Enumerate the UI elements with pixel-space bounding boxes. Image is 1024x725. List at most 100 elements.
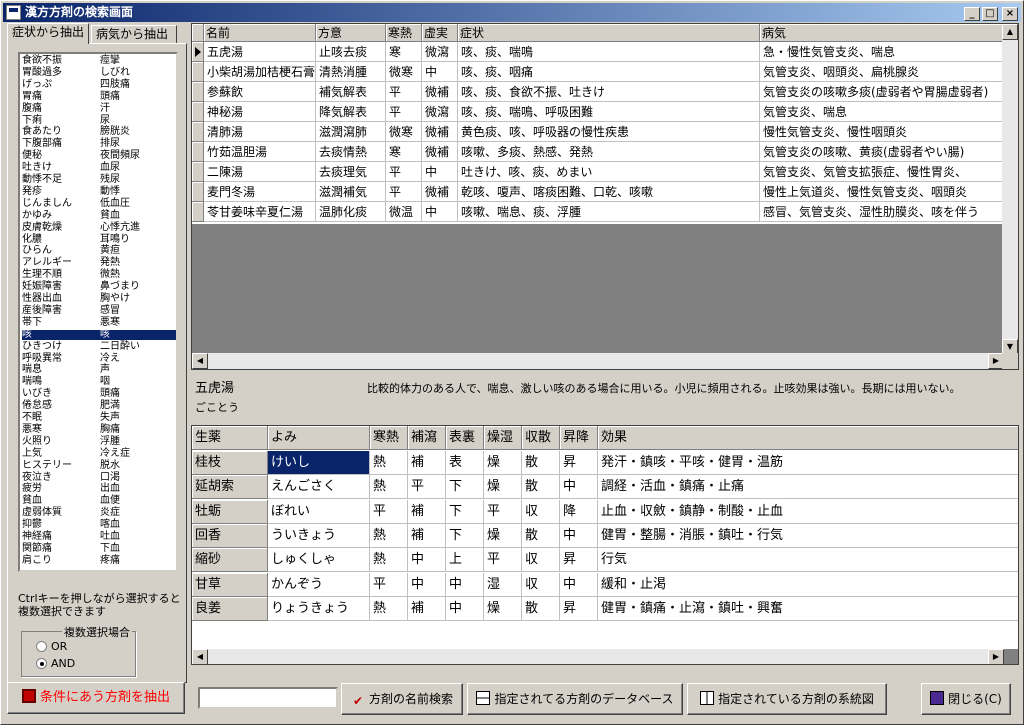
herb-row[interactable]: 縮砂 しゅくしゃ熱中上平収昇行気 [192, 548, 1018, 573]
symptom-item[interactable]: 貧血 [100, 210, 120, 221]
formula-cell[interactable]: 微補 [422, 82, 458, 102]
herb-cell[interactable]: 調経・活血・鎮痛・止痛 [598, 475, 1018, 500]
symptom-item[interactable]: 胸痛 [100, 424, 120, 435]
symptom-item[interactable]: 胃酸過多 [22, 67, 62, 78]
herb-cell[interactable]: 平 [484, 548, 522, 573]
herb-cell[interactable]: 収 [522, 499, 560, 524]
formula-row[interactable]: 苓甘姜味辛夏仁湯 温肺化痰 微温中咳嗽、喘息、痰、浮腫 感冒、気管支炎、湿性肋膜炎、咳… [192, 202, 1004, 222]
formula-row[interactable]: 五虎湯 止咳去痰寒微瀉 咳、痰、喘鳴 急・慢性気管支炎、喘息 [192, 42, 1004, 62]
herb-cell[interactable]: 補 [408, 596, 446, 621]
formula-row[interactable]: 麦門冬湯 滋潤補気平微補 乾咳、嗄声、喀痰困難、口乾、咳嗽 慢性上気道炎、慢性気管支炎… [192, 182, 1004, 202]
symptom-item[interactable]: 発熱 [100, 258, 120, 268]
symptom-item[interactable]: げっぷ [22, 79, 52, 90]
formula-cell[interactable]: 清肺湯 [204, 122, 316, 142]
row-indicator[interactable] [192, 182, 204, 202]
search-input[interactable] [198, 687, 338, 709]
formula-grid[interactable]: 名前 方意 寒熱 虚実 症状 病気 五虎湯 止咳去痰寒微瀉 咳、痰、喘鳴 急・慢性気管支炎、喘息小… [191, 23, 1019, 370]
herb-cell[interactable]: けいし [268, 451, 370, 475]
herb-cell[interactable]: 牡蛎 [192, 499, 268, 524]
symptom-item[interactable]: 悪寒 [22, 424, 42, 435]
herb-cell[interactable]: 下 [446, 523, 484, 548]
symptom-item[interactable]: 浮腫 [100, 436, 120, 447]
herb-row[interactable]: 牡蛎 ぼれい平補下平収降止血・収斂・鎮静・制酸・止血 [192, 499, 1018, 524]
symptom-item[interactable]: 喀血 [100, 520, 120, 530]
symptom-item[interactable]: 咳 [22, 329, 32, 340]
symptom-item[interactable]: 貧血 [22, 496, 42, 506]
herb-cell[interactable]: 散 [522, 475, 560, 500]
symptom-item[interactable]: ヒステリー [22, 460, 72, 471]
symptom-item[interactable]: ひきつけ [22, 341, 62, 352]
formula-cell[interactable]: 平 [386, 182, 422, 202]
herb-row[interactable]: 延胡索 えんごさく熱平下燥散中調経・活血・鎮痛・止痛 [192, 475, 1018, 500]
column-header[interactable]: 寒熱 [370, 426, 408, 450]
symptom-item[interactable]: 発疹 [22, 186, 42, 197]
radio-and[interactable]: AND [36, 657, 75, 671]
symptom-item[interactable]: 不眠 [22, 413, 42, 423]
formula-cell[interactable]: 微補 [422, 182, 458, 202]
symptom-item[interactable]: 頭痛 [100, 389, 120, 399]
symptom-list[interactable]: 食欲不振 痙攣 胃酸過多 しびれ げっぷ 四肢痛 胃痛 頭痛 腹痛汗下痢尿食あたり 膀胱炎 下腹部痛… [18, 52, 178, 572]
radio-and-dot[interactable] [36, 658, 47, 669]
scroll-left-icon[interactable]: ◀ [192, 649, 208, 664]
column-header[interactable]: 効果 [598, 426, 1018, 450]
formula-cell[interactable]: 平 [386, 102, 422, 122]
formula-cell[interactable]: 麦門冬湯 [204, 182, 316, 202]
symptom-item[interactable]: 汗 [100, 103, 110, 114]
herb-cell[interactable]: 降 [560, 499, 598, 524]
symptom-item[interactable]: 動悸 [100, 186, 120, 197]
herb-cell[interactable]: 縮砂 [192, 548, 268, 573]
symptom-item[interactable]: 冷え [100, 353, 120, 364]
symptom-item[interactable]: 肩こり [22, 555, 52, 566]
formula-cell[interactable]: 竹茹温胆湯 [204, 142, 316, 162]
column-header[interactable]: 表裏 [446, 426, 484, 450]
symptom-item[interactable]: 喘息 [22, 365, 42, 375]
formula-cell[interactable]: 咳、痰、喘鳴 [458, 42, 760, 62]
herb-cell[interactable]: 熱 [370, 475, 408, 500]
herb-cell[interactable]: ういきょう [268, 523, 370, 548]
symptom-item[interactable]: しびれ [100, 67, 130, 78]
herb-cell[interactable]: 中 [408, 548, 446, 573]
herb-cell[interactable]: 散 [522, 451, 560, 475]
formula-cell[interactable]: 去痰理気 [316, 162, 386, 182]
formula-grid-vscroll[interactable]: ▲ ▼ [1002, 24, 1018, 355]
formula-cell[interactable]: 止咳去痰 [316, 42, 386, 62]
herb-cell[interactable]: 燥 [484, 475, 522, 500]
formula-cell[interactable]: 微補 [422, 142, 458, 162]
symptom-item[interactable]: 排尿 [100, 139, 120, 149]
symptom-item[interactable]: 黄疸 [100, 246, 120, 256]
herb-cell[interactable]: 緩和・止渇 [598, 572, 1018, 597]
formula-cell[interactable]: 平 [386, 162, 422, 182]
formula-cell[interactable]: 吐きけ、咳、痰、めまい [458, 162, 760, 182]
formula-cell[interactable]: 小柴胡湯加桔梗石膏 [204, 62, 316, 82]
symptom-item[interactable]: 下血 [100, 543, 120, 554]
formula-cell[interactable]: 急・慢性気管支炎、喘息 [760, 42, 1004, 62]
symptom-item[interactable]: 動悸不足 [22, 175, 62, 185]
formula-row[interactable]: 竹茹温胆湯 去痰情熱寒微補 咳嗽、多痰、熱感、発熱 気管支炎の咳嗽、黄痰(虚弱者やい腸… [192, 142, 1004, 162]
symptom-item[interactable]: 吐血 [100, 532, 120, 542]
herb-cell[interactable]: 熱 [370, 523, 408, 548]
herb-row[interactable]: 甘草 かんぞう平中中湿収中緩和・止渇 [192, 572, 1018, 597]
formula-cell[interactable]: 五虎湯 [204, 42, 316, 62]
herb-cell[interactable]: 熱 [370, 548, 408, 573]
row-indicator[interactable] [192, 162, 204, 182]
formula-cell[interactable]: 滋潤瀉肺 [316, 122, 386, 142]
formula-cell[interactable]: 清熱消腫 [316, 62, 386, 82]
column-header[interactable]: 寒熱 [386, 24, 422, 42]
row-indicator[interactable] [192, 62, 204, 82]
column-header[interactable]: 昇降 [560, 426, 598, 450]
formula-row[interactable]: 神秘湯 降気解表平微瀉 咳、痰、喘鳴、呼吸困難 気管支炎、喘息 [192, 102, 1004, 122]
symptom-item[interactable]: 呼吸異常 [22, 353, 62, 364]
herb-cell[interactable]: 良姜 [192, 596, 268, 621]
herb-cell[interactable]: 燥 [484, 596, 522, 621]
radio-or[interactable]: OR [36, 640, 67, 654]
herb-cell[interactable]: 中 [408, 572, 446, 597]
symptom-item[interactable]: 悪寒 [100, 317, 120, 328]
formula-cell[interactable]: 黄色痰、咳、呼吸器の慢性疾患 [458, 122, 760, 142]
symptom-item[interactable]: 関節痛 [22, 543, 52, 554]
formula-cell[interactable]: 気管支炎、喘息 [760, 102, 1004, 122]
row-indicator[interactable] [192, 122, 204, 142]
herb-cell[interactable]: 平 [408, 475, 446, 500]
symptom-item[interactable]: 虚弱体質 [22, 508, 62, 518]
herb-cell[interactable]: 散 [522, 523, 560, 548]
symptom-item[interactable]: 低血圧 [100, 198, 130, 209]
